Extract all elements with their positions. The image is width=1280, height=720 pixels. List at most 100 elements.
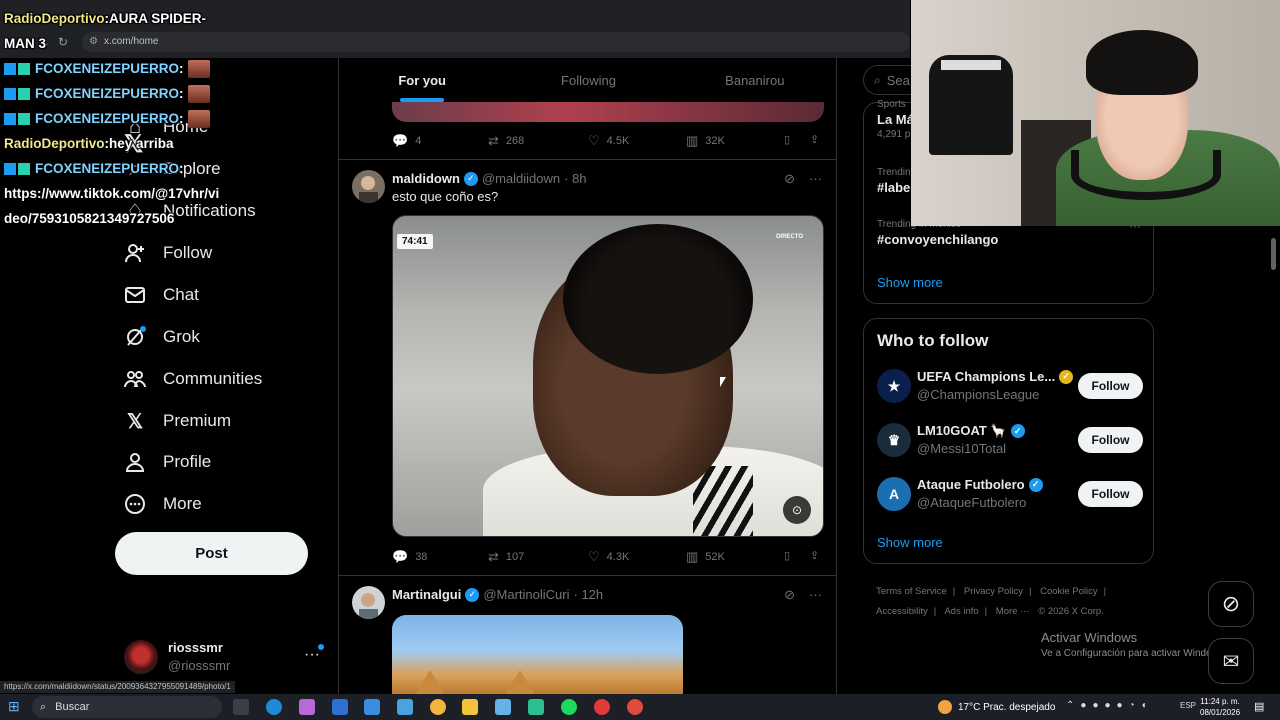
like-button[interactable]: ♡ 4.3K	[588, 549, 629, 565]
tweet-text: esto que coño es?	[392, 189, 499, 204]
author-handle[interactable]: @MartinoliCuri	[483, 587, 569, 602]
footer-terms-link[interactable]: Terms of Service	[876, 586, 947, 597]
more-icon[interactable]: ···	[809, 587, 822, 603]
bookmark-icon[interactable]: ▯	[784, 549, 790, 562]
tweet-time[interactable]: · 8h	[564, 171, 586, 186]
footer-links: Terms of Service | Privacy Policy | Cookie…	[876, 582, 1146, 622]
footer-cookie-link[interactable]: Cookie Policy	[1040, 586, 1098, 597]
copilot-icon[interactable]	[299, 699, 315, 715]
notification-center-icon[interactable]: ▤	[1254, 700, 1264, 713]
app-icon[interactable]	[594, 699, 610, 715]
edge-icon[interactable]	[266, 699, 282, 715]
repost-button[interactable]: ⇄ 107	[488, 549, 524, 565]
nav-label: Communities	[163, 369, 263, 388]
views-button[interactable]: ▥ 52K	[686, 549, 725, 565]
repost-button[interactable]: ⇄ 268	[488, 133, 524, 149]
chevron-up-icon[interactable]: ⌃	[1066, 700, 1074, 711]
store-icon[interactable]	[364, 699, 380, 715]
taskbar-clock[interactable]: 11:24 p. m. 08/01/2026	[1200, 696, 1240, 718]
grok-icon[interactable]: ⊘	[784, 171, 795, 187]
footer-more-link[interactable]: More ···	[996, 606, 1030, 617]
like-button[interactable]: ♡ 4.5K	[588, 133, 629, 149]
volume-icon[interactable]: ◖	[1141, 700, 1147, 711]
footer-accessibility-link[interactable]: Accessibility	[876, 606, 928, 617]
chat-message: RadioDeportivo : AURA SPIDER-	[0, 6, 300, 31]
account-switcher[interactable]: riosssmr @riosssmr ···	[124, 638, 324, 674]
grok-floating-button[interactable]: ⊘	[1208, 581, 1254, 627]
tab-following[interactable]: Following	[505, 58, 671, 102]
tray-icon[interactable]: ●	[1092, 700, 1098, 711]
wifi-icon[interactable]: ◔	[1129, 700, 1135, 711]
views-button[interactable]: ▥ 32K	[686, 133, 725, 149]
follow-suggestion[interactable]: ♛ LM10GOAT 🦙 ✓ @Messi10Total Follow	[877, 421, 1143, 461]
post-button[interactable]: Post	[115, 532, 308, 575]
language-indicator[interactable]: ESP	[1180, 701, 1196, 710]
tray-icon[interactable]: ●	[1080, 700, 1086, 711]
tab-bananirou[interactable]: Bananirou	[672, 58, 836, 102]
app-icon[interactable]	[430, 699, 446, 715]
nav-label: Profile	[163, 452, 212, 471]
previous-tweet-media[interactable]	[392, 102, 824, 122]
taskbar-search[interactable]: ⌕ Buscar	[32, 696, 222, 718]
like-count: 4.5K	[606, 135, 630, 147]
grok-icon[interactable]: ⊘	[784, 587, 795, 603]
reply-button[interactable]: 💬 4	[392, 133, 421, 149]
messages-floating-button[interactable]: ✉	[1208, 638, 1254, 684]
views-icon: ▥	[686, 549, 699, 564]
media-action-icon[interactable]: ⊙	[783, 496, 811, 524]
tweet-time[interactable]: · 12h	[574, 587, 604, 602]
suggestion-handle: @AtaqueFutbolero	[917, 495, 1027, 510]
nav-label: Chat	[163, 285, 199, 304]
share-icon[interactable]: ⇪	[810, 549, 819, 562]
nav-profile[interactable]: Profile	[124, 447, 211, 477]
bookmark-icon[interactable]: ▯	[784, 133, 790, 146]
avatar[interactable]	[352, 586, 385, 619]
suggestion-name-row: LM10GOAT 🦙 ✓	[917, 423, 1029, 439]
nav-chat[interactable]: Chat	[124, 280, 199, 310]
tab-for-you[interactable]: For you	[339, 58, 505, 102]
follow-suggestion[interactable]: ★ UEFA Champions Le... ✓ @ChampionsLeagu…	[877, 367, 1143, 407]
scrollbar[interactable]	[1271, 238, 1276, 270]
trend-item[interactable]: Trendin #labe	[877, 167, 911, 195]
weather-widget[interactable]: 17°C Prac. despejado	[938, 700, 1055, 714]
tweet-media[interactable]	[392, 615, 683, 694]
file-explorer-icon[interactable]	[462, 699, 478, 715]
follow-button[interactable]: Follow	[1078, 427, 1143, 453]
account-name: riosssmr	[168, 640, 223, 655]
windows-start-icon[interactable]: ⊞	[8, 698, 20, 715]
reply-button[interactable]: 💬 38	[392, 549, 427, 565]
tweet-header: maldidown ✓ @maldiidown · 8h	[392, 171, 587, 186]
nav-premium[interactable]: 𝕏 Premium	[124, 406, 231, 436]
avatar[interactable]	[352, 170, 385, 203]
tweet-media[interactable]: 74:41 DIRECTO ⊙	[392, 215, 824, 537]
nav-more[interactable]: More	[124, 489, 202, 519]
notification-dot	[318, 644, 324, 650]
share-icon[interactable]: ⇪	[810, 133, 819, 146]
app-icon[interactable]	[495, 699, 511, 715]
more-icon[interactable]: ···	[809, 171, 822, 187]
author-name[interactable]: Martinalgui	[392, 587, 461, 602]
follow-button[interactable]: Follow	[1078, 481, 1143, 507]
app-icon[interactable]	[397, 699, 413, 715]
author-name[interactable]: maldidown	[392, 171, 460, 186]
app-icon[interactable]	[528, 699, 544, 715]
nav-grok[interactable]: Grok	[124, 322, 200, 352]
task-view-icon[interactable]	[233, 699, 249, 715]
avatar: ♛	[877, 423, 911, 457]
follow-suggestion[interactable]: A Ataque Futbolero ✓ @AtaqueFutbolero Fo…	[877, 475, 1143, 515]
tray-icon[interactable]: ●	[1104, 700, 1110, 711]
weather-text: 17°C Prac. despejado	[958, 701, 1056, 713]
author-handle[interactable]: @maldiidown	[482, 171, 560, 186]
show-more-link[interactable]: Show more	[877, 535, 943, 550]
footer-ads-link[interactable]: Ads info	[944, 606, 978, 617]
chrome-icon[interactable]	[627, 699, 643, 715]
nav-follow[interactable]: Follow	[124, 238, 212, 268]
nav-communities[interactable]: Communities	[124, 364, 262, 394]
outlook-icon[interactable]	[332, 699, 348, 715]
show-more-link[interactable]: Show more	[877, 275, 943, 290]
footer-privacy-link[interactable]: Privacy Policy	[964, 586, 1023, 597]
trend-item[interactable]: Sports La Má 4,291 p	[877, 99, 914, 140]
tray-icon[interactable]: ●	[1117, 700, 1123, 711]
follow-button[interactable]: Follow	[1078, 373, 1143, 399]
spotify-icon[interactable]	[561, 699, 577, 715]
